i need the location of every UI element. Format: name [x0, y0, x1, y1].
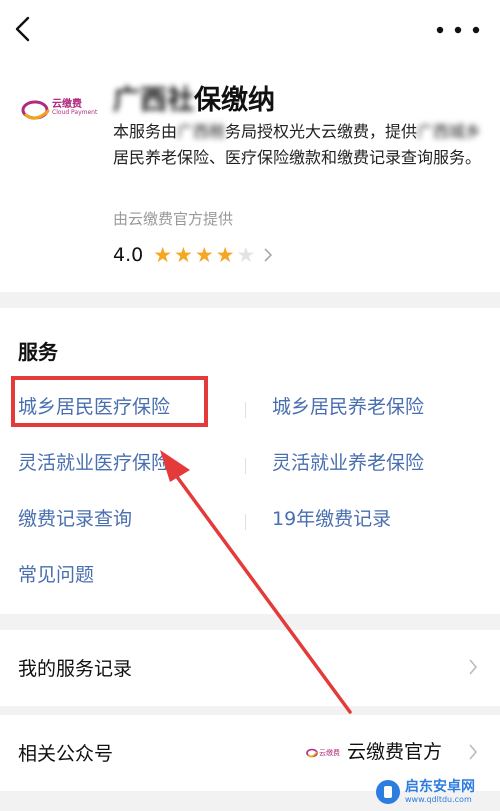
back-icon[interactable] [10, 14, 38, 44]
rating[interactable]: 4.0 ★★★★★ [113, 242, 273, 268]
service-flexible-medical[interactable]: 灵活就业医疗保险 [18, 448, 170, 475]
divider [245, 402, 246, 418]
watermark: 启东安卓网 www.qdltdu.com [376, 778, 475, 806]
service-payment-records[interactable]: 缴费记录查询 [18, 504, 132, 531]
my-service-records-row[interactable]: 我的服务记录 [0, 630, 500, 706]
rating-value: 4.0 [113, 244, 144, 266]
cloud-payment-logo: 云缴费 Cloud Payment [20, 92, 98, 128]
chevron-right-icon [469, 744, 478, 760]
logo-subtext: Cloud Payment [52, 109, 98, 116]
annotation-highlight-box [11, 376, 208, 427]
service-description: 本服务由广西税务局授权光大云缴费，提供广西城乡居民养老保险、医疗保险缴款和缴费记… [113, 122, 482, 167]
watermark-logo-icon [376, 780, 400, 804]
official-account-label: 相关公众号 [18, 743, 114, 765]
more-icon[interactable] [434, 18, 482, 42]
service-flexible-pension[interactable]: 灵活就业养老保险 [272, 448, 424, 475]
chevron-right-icon [469, 659, 478, 675]
official-account-logo: 云缴费 [306, 745, 340, 761]
my-service-records-label: 我的服务记录 [18, 658, 133, 680]
star-icon: ★ [236, 242, 256, 267]
watermark-url: www.qdltdu.com [405, 794, 472, 804]
services-title: 服务 [18, 340, 58, 364]
star-icon: ★ [215, 242, 235, 267]
watermark-title: 启东安卓网 [405, 778, 475, 795]
service-faq[interactable]: 常见问题 [18, 560, 94, 587]
service-2019-records[interactable]: 19年缴费记录 [272, 504, 391, 531]
star-icon: ★ [153, 242, 173, 267]
logo-text: 云缴费 [52, 99, 82, 110]
divider [245, 458, 246, 474]
official-account-name: 云缴费官方 [347, 741, 443, 763]
divider [245, 514, 246, 530]
star-icon: ★ [174, 242, 193, 267]
service-urban-rural-pension[interactable]: 城乡居民养老保险 [272, 392, 424, 419]
star-icon: ★ [194, 242, 214, 267]
services-section: 服务 城乡居民医疗保险 城乡居民养老保险 灵活就业医疗保险 灵活就业养老保险 缴… [0, 308, 500, 614]
provider-text: 由云缴费官方提供 [113, 210, 234, 228]
rating-stars: ★★★★★ [153, 242, 257, 267]
page-title: 广西社保缴纳 [113, 85, 275, 116]
service-header: 云缴费 Cloud Payment 广西社保缴纳 本服务由广西税务局授权光大云缴… [0, 62, 500, 292]
chevron-right-icon [264, 248, 273, 262]
top-bar [0, 0, 500, 62]
